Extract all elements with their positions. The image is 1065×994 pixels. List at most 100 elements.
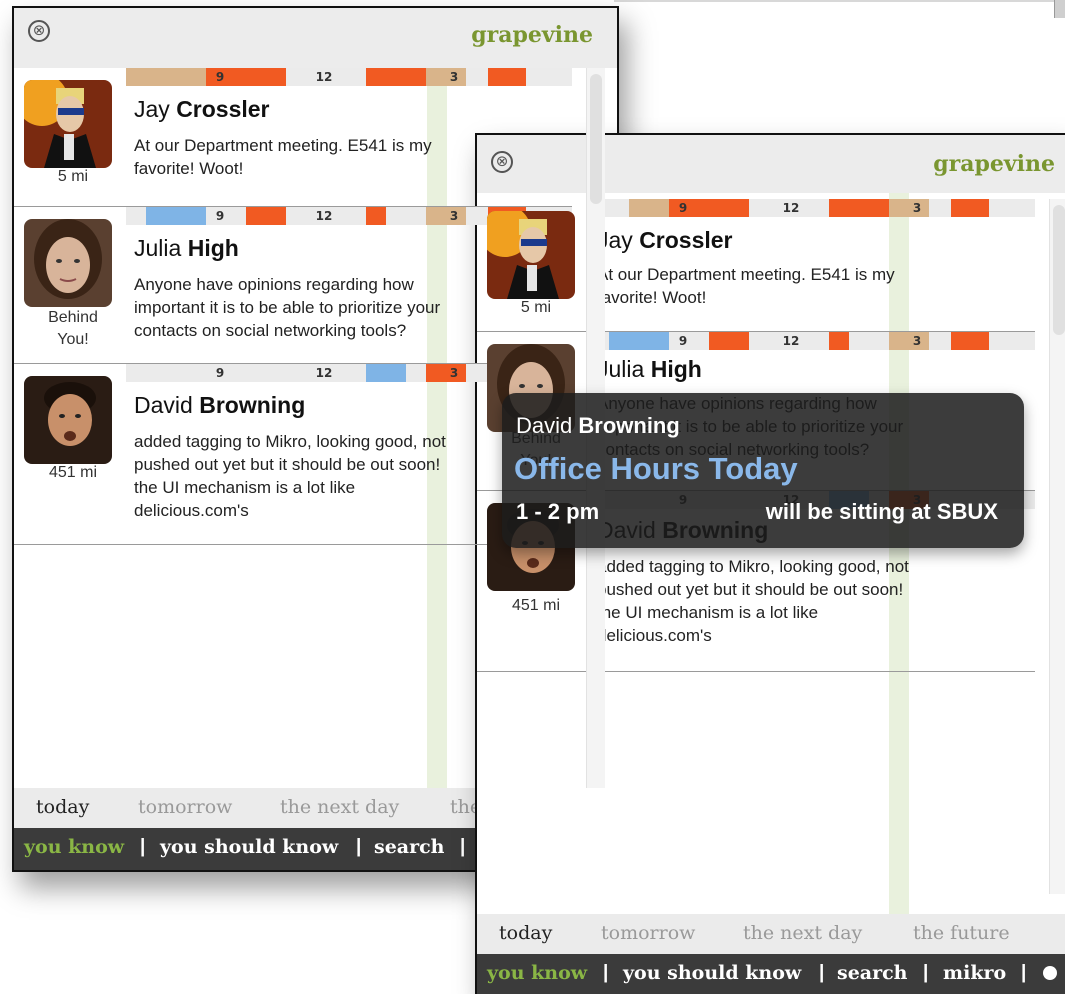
tab-the-next-day[interactable]: the next day [743, 922, 862, 944]
contact-last-name: High [650, 356, 702, 382]
timeline-segment-busy [951, 332, 989, 350]
contact-status-message: At our Department meeting. E541 is my fa… [134, 134, 574, 180]
timeline-tick-label: 3 [449, 70, 459, 84]
timeline-segment-busy [246, 207, 286, 225]
status-popup: David Browning Office Hours Today 1 - 2 … [502, 393, 1024, 548]
contact-status-message: added tagging to Mikro, looking good, no… [597, 555, 1037, 647]
timeline-tick-label: 3 [449, 209, 459, 223]
tab-today[interactable]: today [499, 922, 552, 944]
bottom-nav: you know | you should know | search | mi… [477, 954, 1065, 994]
nav-you-know[interactable]: you know [487, 962, 587, 984]
tab-tomorrow[interactable]: tomorrow [138, 796, 232, 818]
timeline-segment-free [146, 207, 206, 225]
message-line: favorite! Woot! [134, 159, 244, 178]
app-brand: grapevine [933, 151, 1055, 177]
tab-the-next-day[interactable]: the next day [280, 796, 399, 818]
nav-you-should-know[interactable]: you should know [160, 836, 338, 858]
contact-last-name: Crossler [639, 227, 733, 253]
timeline-tick-label: 9 [678, 201, 688, 215]
message-line: At our Department meeting. E541 is my [134, 136, 432, 155]
timeline-segment-tentative [629, 199, 669, 217]
grapevine-window-front: ⊗ grapevine 9 12 3 5 mi Jay Crossler At [475, 133, 1065, 994]
person-photo-icon[interactable] [24, 376, 112, 464]
message-line: delicious.com's [597, 626, 712, 645]
timeline-tick-label: 3 [912, 201, 922, 215]
timeline-tick-label: 3 [912, 334, 922, 348]
popup-event-title: Office Hours Today [514, 451, 798, 486]
nav-separator: | [140, 836, 146, 857]
timeline-tick-label: 9 [215, 209, 225, 223]
availability-timeline: 9 12 3 [589, 199, 1035, 217]
timeline-segment-busy [709, 332, 749, 350]
contact-status-message: At our Department meeting. E541 is my fa… [597, 263, 1037, 309]
background-window-corner [1054, 0, 1065, 18]
nav-search[interactable]: search [837, 962, 908, 984]
message-line: added tagging to Mikro, looking good, no… [597, 557, 909, 576]
settings-gear-icon[interactable] [1043, 966, 1057, 980]
tab-tomorrow[interactable]: tomorrow [601, 922, 695, 944]
nav-you-should-know[interactable]: you should know [623, 962, 801, 984]
timeline-tick-label: 12 [782, 201, 800, 215]
nav-separator: | [819, 962, 825, 983]
title-bar: ⊗ grapevine [14, 8, 617, 68]
contact-name[interactable]: David Browning [134, 392, 305, 419]
timeline-tick-label: 3 [449, 366, 459, 380]
nav-separator: | [923, 962, 929, 983]
nav-separator: | [603, 962, 609, 983]
timeline-segment-busy [366, 68, 426, 86]
message-line: At our Department meeting. E541 is my [597, 265, 895, 284]
contact-distance: Behind You! [48, 309, 98, 348]
close-icon[interactable]: ⊗ [28, 20, 50, 42]
day-tabs: today tomorrow the next day the future [477, 914, 1065, 954]
timeline-segment-free [366, 364, 406, 382]
cartoon-avatar-icon[interactable] [24, 80, 112, 168]
timeline-tick-label: 9 [215, 366, 225, 380]
nav-mikro[interactable]: mikro [943, 962, 1006, 984]
contact-name[interactable]: Julia High [597, 356, 702, 383]
availability-timeline: 9 12 3 [589, 332, 1035, 350]
nav-separator: | [1021, 962, 1027, 983]
timeline-segment-busy [829, 332, 849, 350]
timeline-tick-label: 12 [315, 366, 333, 380]
contact-row[interactable]: 9 12 3 5 mi Jay Crossler At our Departme… [477, 199, 1035, 332]
contact-name[interactable]: Julia High [134, 235, 239, 262]
app-brand: grapevine [471, 22, 593, 48]
contact-distance: 5 mi [57, 168, 89, 185]
tab-the-future[interactable]: the future [913, 922, 1010, 944]
cartoon-avatar-icon[interactable] [487, 211, 575, 299]
contact-distance: 5 mi [520, 299, 552, 316]
contact-first-name: Julia [134, 235, 182, 261]
nav-you-know[interactable]: you know [24, 836, 124, 858]
contact-row[interactable]: 9 12 3 5 mi Jay Crossler At our Departme… [14, 68, 572, 207]
scrollbar-thumb[interactable] [590, 74, 602, 204]
nav-separator: | [356, 836, 362, 857]
tab-today[interactable]: today [36, 796, 89, 818]
timeline-tick-label: 12 [315, 70, 333, 84]
availability-timeline: 9 12 3 [126, 68, 572, 86]
timeline-tick-label: 9 [215, 70, 225, 84]
background-window-edge [614, 0, 1065, 2]
contact-name[interactable]: Jay Crossler [134, 96, 270, 123]
message-line: the UI mechanism is a lot like [597, 603, 819, 622]
timeline-segment-busy [951, 199, 989, 217]
contact-name[interactable]: Jay Crossler [597, 227, 733, 254]
timeline-tick-label: 9 [678, 334, 688, 348]
nav-search[interactable]: search [374, 836, 445, 858]
popup-event-time: 1 - 2 pm [516, 499, 600, 524]
nav-separator: | [460, 836, 466, 857]
timeline-segment-busy [829, 199, 889, 217]
popup-contact-name: David Browning [516, 413, 680, 439]
message-line: favorite! Woot! [597, 288, 707, 307]
contact-distance: 451 mi [48, 464, 98, 481]
contact-last-name: Browning [199, 392, 306, 418]
timeline-tick-label: 12 [782, 334, 800, 348]
contact-first-name: David [134, 392, 193, 418]
scrollbar-thumb[interactable] [1053, 205, 1065, 335]
scrollbar[interactable] [1049, 199, 1065, 894]
person-photo-icon[interactable] [24, 219, 112, 307]
timeline-segment-free [609, 332, 669, 350]
contact-distance: 451 mi [511, 597, 561, 614]
message-line: pushed out yet but it should be out soon… [597, 580, 904, 599]
contact-last-name: High [187, 235, 239, 261]
timeline-segment-busy [488, 68, 526, 86]
